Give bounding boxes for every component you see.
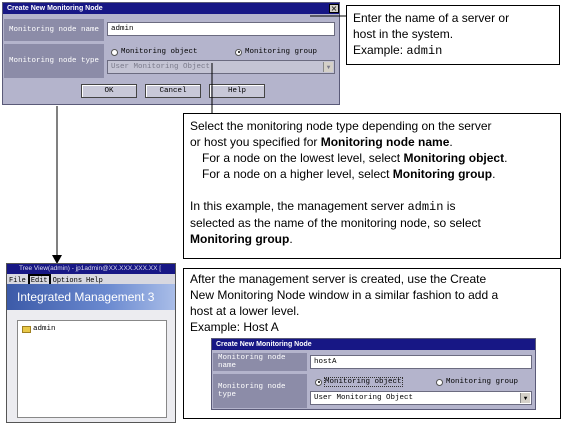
hosta-radio-group-label: Monitoring group bbox=[446, 378, 519, 386]
hosta-radio-monitoring-group[interactable]: Monitoring group bbox=[436, 378, 518, 386]
hosta-node-name-label: Monitoring node name bbox=[213, 353, 307, 371]
app-banner: Integrated Management 3 bbox=[7, 284, 175, 310]
hosta-radio-group-indicator bbox=[436, 378, 443, 386]
tree-node-label: admin bbox=[33, 325, 56, 333]
tree-panel: admin bbox=[17, 320, 167, 418]
hosta-radio-monitoring-object[interactable]: Monitoring object bbox=[315, 377, 403, 387]
hosta-node-type-label: Monitoring node type bbox=[213, 374, 307, 408]
folder-icon bbox=[22, 325, 31, 333]
dialog-hosta-title: Create New Monitoring Node bbox=[212, 339, 535, 350]
hosta-radio-object-indicator bbox=[315, 378, 322, 386]
chevron-down-icon[interactable]: ▼ bbox=[520, 393, 530, 403]
callout-host-l4: Example: Host A bbox=[190, 320, 279, 334]
callout-host-l2: New Monitoring Node window in a similar … bbox=[190, 288, 499, 302]
menu-bar: File Edit Options Help bbox=[7, 274, 175, 288]
hosta-object-type-value: User Monitoring Object bbox=[314, 394, 414, 402]
hosta-object-type-select[interactable]: User Monitoring Object ▼ bbox=[310, 391, 532, 405]
tree-view-title: Tree View(admin) - jp1admin@XX.XXX.XXX.X… bbox=[7, 264, 175, 274]
create-node-dialog-hosta: Create New Monitoring Node Monitoring no… bbox=[211, 338, 536, 410]
callout-host-l3: host at a lower level. bbox=[190, 304, 300, 318]
hosta-node-name-input[interactable]: hostA bbox=[310, 355, 532, 369]
callout-host-l1: After the management server is created, … bbox=[190, 272, 487, 286]
tree-view-window: Tree View(admin) - jp1admin@XX.XXX.XXX.X… bbox=[6, 263, 176, 423]
hosta-radio-object-label: Monitoring object bbox=[324, 377, 403, 387]
tree-node-admin[interactable]: admin bbox=[22, 325, 56, 333]
